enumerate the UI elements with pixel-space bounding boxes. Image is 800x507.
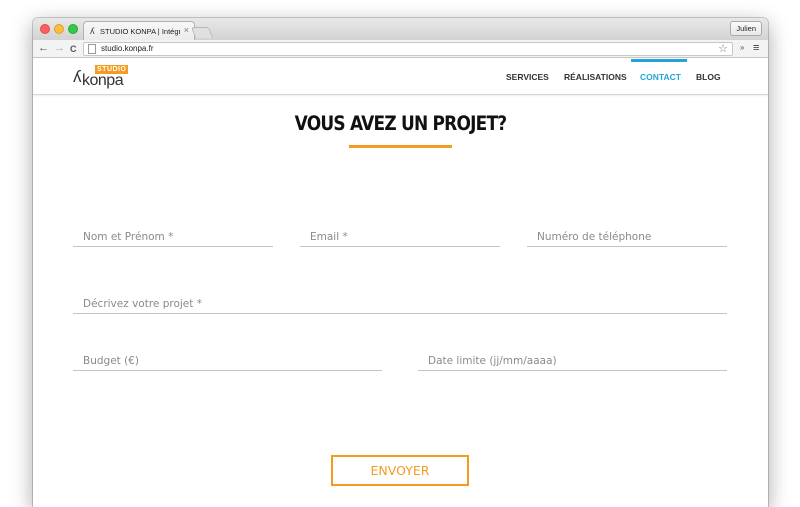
nav-item-realisations[interactable]: RÉALISATIONS [564, 59, 627, 95]
tab-close-icon[interactable]: × [184, 25, 189, 35]
email-field[interactable] [300, 227, 500, 247]
deadline-field[interactable] [418, 351, 727, 371]
new-tab-button[interactable] [190, 27, 214, 38]
project-description-field[interactable] [73, 294, 727, 314]
reload-icon[interactable]: C [70, 43, 77, 56]
profile-button[interactable]: Julien [730, 21, 762, 36]
site-favicon-icon: ʎ [90, 26, 95, 36]
studio-konpa-logo[interactable]: ʎ STUDIO konpa [73, 61, 129, 93]
address-bar[interactable]: studio.konpa.fr ☆ [83, 42, 733, 56]
title-underline [349, 145, 452, 148]
browser-window: ʎ STUDIO KONPA | Intégratio × Julien ← →… [33, 18, 768, 507]
submit-button[interactable]: ENVOYER [331, 455, 469, 486]
page-icon [88, 44, 96, 54]
browser-toolbar: ← → C studio.konpa.fr ☆ » ≡ [33, 40, 768, 58]
tab-title: STUDIO KONPA | Intégratio [100, 27, 180, 36]
nav-item-blog[interactable]: BLOG [696, 59, 721, 95]
nav-item-services[interactable]: SERVICES [506, 59, 549, 95]
browser-tab[interactable]: ʎ STUDIO KONPA | Intégratio × [83, 21, 195, 40]
name-field[interactable] [73, 227, 273, 247]
phone-field[interactable] [527, 227, 727, 247]
title-bar: ʎ STUDIO KONPA | Intégratio × Julien [33, 18, 768, 40]
extensions-overflow-icon[interactable]: » [740, 43, 744, 52]
minimize-window-button[interactable] [54, 24, 64, 34]
page-title: VOUS AVEZ UN PROJET? [294, 112, 507, 136]
close-window-button[interactable] [40, 24, 50, 34]
bookmark-star-icon[interactable]: ☆ [718, 42, 728, 55]
site-header: ʎ STUDIO konpa SERVICES RÉALISATIONS CON… [33, 59, 768, 95]
logo-figure-icon: ʎ [73, 67, 82, 86]
budget-field[interactable] [73, 351, 382, 371]
browser-menu-icon[interactable]: ≡ [753, 42, 759, 54]
url-text: studio.konpa.fr [101, 44, 154, 53]
back-arrow-icon[interactable]: ← [38, 42, 49, 55]
maximize-window-button[interactable] [68, 24, 78, 34]
logo-konpa-text: konpa [82, 72, 124, 89]
nav-item-contact[interactable]: CONTACT [640, 59, 681, 95]
forward-arrow-icon[interactable]: → [54, 42, 65, 55]
